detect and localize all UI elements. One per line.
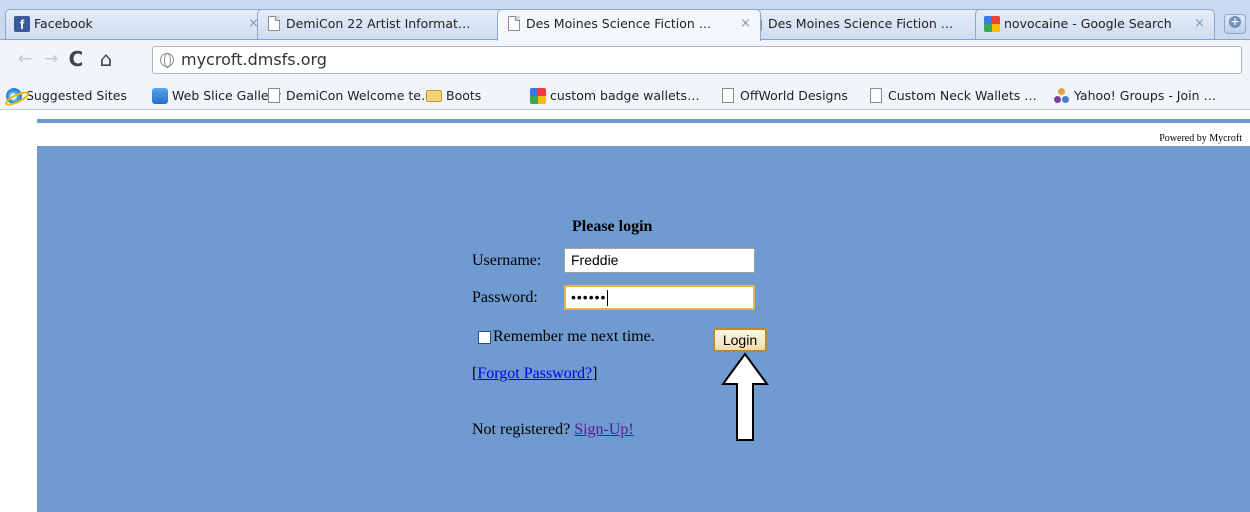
bookmark-label: custom badge wallets… [550, 88, 700, 103]
signup-link[interactable]: Sign-Up! [574, 421, 634, 438]
bookmark-boots-folder[interactable]: Boots [424, 87, 481, 105]
google-icon [984, 16, 1000, 32]
signup-row: Not registered? Sign-Up! [472, 421, 634, 439]
up-arrow-annotation-icon [721, 352, 769, 441]
remember-me-checkbox[interactable] [478, 331, 491, 344]
forgot-password-row: [Forgot Password?] [472, 365, 597, 383]
forward-arrow-icon[interactable]: → [40, 47, 62, 71]
bookmark-label: Yahoo! Groups - Join … [1074, 88, 1217, 103]
folder-icon [426, 90, 442, 102]
tab-facebook[interactable]: f Facebook × [5, 9, 269, 40]
back-arrow-icon[interactable]: ← [14, 47, 36, 71]
page-icon [508, 16, 520, 31]
url-text[interactable]: mycroft.dmsfs.org [181, 50, 327, 69]
bookmark-suggested-sites[interactable]: Suggested Sites [4, 87, 127, 105]
bookmark-demicon-welcome[interactable]: DemiCon Welcome te… [264, 87, 433, 105]
bookmark-offworld-designs[interactable]: OffWorld Designs [718, 87, 848, 105]
page-icon [870, 88, 882, 103]
username-label: Username: [472, 252, 542, 269]
bookmarks-bar: Suggested Sites Web Slice Gallery DemiCo… [0, 80, 1250, 110]
tab-google-search[interactable]: novocaine - Google Search × [975, 9, 1215, 40]
new-tab-button[interactable]: + [1224, 14, 1246, 34]
page-icon [722, 88, 734, 103]
page-icon [268, 88, 280, 103]
login-title: Please login [572, 218, 653, 235]
close-tab-icon[interactable]: × [740, 10, 751, 37]
tab-label: Des Moines Science Fiction … [526, 16, 712, 31]
close-tab-icon[interactable]: × [1194, 10, 1205, 37]
tab-dmsfs-2[interactable]: Des Moines Science Fiction … × [739, 9, 1003, 40]
remember-me-label[interactable]: Remember me next time. [493, 328, 655, 346]
tab-strip: f Facebook × DemiCon 22 Artist Informat…… [0, 0, 1250, 41]
page-content: Powered by Mycroft Please login Username… [0, 111, 1250, 512]
not-registered-text: Not registered? [472, 421, 571, 438]
bookmark-web-slice-gallery[interactable]: Web Slice Gallery [150, 87, 281, 105]
bookmark-yahoo-groups[interactable]: Yahoo! Groups - Join … [1052, 87, 1216, 105]
header-accent-line [37, 119, 1250, 123]
bookmark-label: Suggested Sites [26, 88, 127, 103]
powered-by-text: Powered by Mycroft [1159, 133, 1242, 144]
password-label: Password: [472, 289, 538, 306]
ie-icon [6, 88, 22, 104]
bookmark-custom-badge-wallets[interactable]: custom badge wallets… [528, 87, 700, 105]
bookmark-label: OffWorld Designs [740, 88, 848, 103]
password-mask: •••••• [571, 289, 607, 305]
google-icon [530, 88, 546, 104]
text-caret [607, 290, 609, 307]
reload-icon[interactable]: C [64, 47, 88, 71]
tab-label: Facebook [34, 16, 93, 31]
username-input[interactable]: Freddie [564, 248, 755, 273]
web-slice-icon [152, 88, 168, 104]
globe-icon [160, 53, 174, 68]
bookmark-custom-neck-wallets[interactable]: Custom Neck Wallets … [866, 87, 1037, 105]
yahoo-groups-icon [1054, 88, 1070, 104]
page-icon [268, 16, 280, 31]
forgot-password-link[interactable]: Forgot Password? [477, 365, 592, 382]
plus-icon: + [1229, 15, 1241, 28]
password-input[interactable]: •••••• [564, 285, 755, 310]
navigation-toolbar: ← → C ⌂ mycroft.dmsfs.org [0, 40, 1250, 80]
login-button[interactable]: Login [713, 328, 767, 352]
bookmark-label: Boots [446, 88, 482, 103]
address-bar[interactable]: mycroft.dmsfs.org [152, 46, 1242, 74]
tab-demicon-artist[interactable]: DemiCon 22 Artist Informat… × [257, 9, 521, 40]
tab-dmsfs-active[interactable]: Des Moines Science Fiction … × [497, 9, 761, 41]
tab-label: novocaine - Google Search [1004, 16, 1172, 31]
bookmark-label: Custom Neck Wallets … [888, 88, 1037, 103]
home-icon[interactable]: ⌂ [94, 47, 118, 71]
facebook-icon: f [14, 16, 30, 32]
bracket-close: ] [592, 365, 598, 382]
tab-label: DemiCon 22 Artist Informat… [286, 16, 471, 31]
tab-label: Des Moines Science Fiction … [768, 16, 954, 31]
bookmark-label: DemiCon Welcome te… [286, 88, 434, 103]
